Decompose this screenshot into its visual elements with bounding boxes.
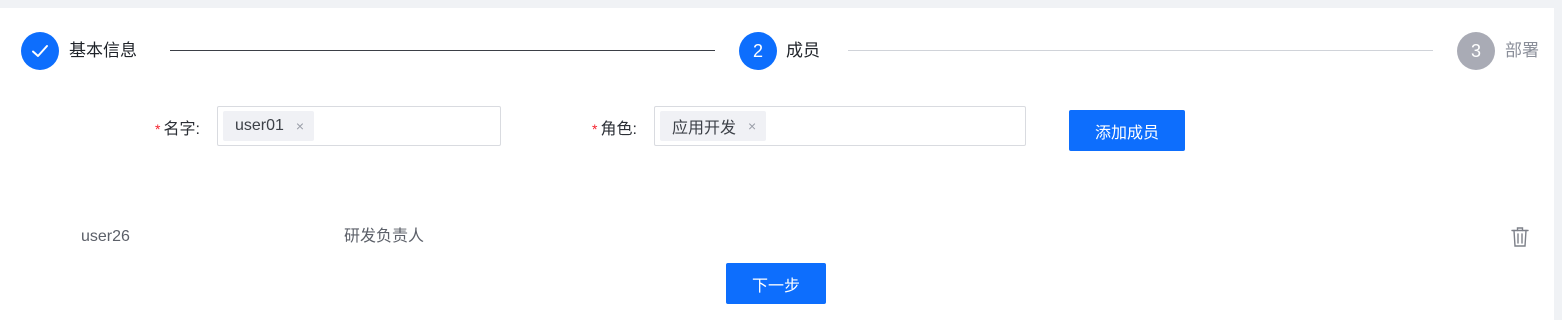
role-tag: 应用开发 × <box>660 111 767 141</box>
member-name: user26 <box>81 228 130 245</box>
step-1-done-indicator <box>21 32 59 70</box>
add-member-button[interactable]: 添加成员 <box>1069 110 1185 151</box>
member-role: 研发负责人 <box>344 228 425 245</box>
role-label-text: 角色: <box>600 121 637 138</box>
name-select[interactable]: user01 × <box>217 106 501 146</box>
next-step-button[interactable]: 下一步 <box>726 263 826 304</box>
step-3-number: 3 <box>1470 40 1481 61</box>
name-field-label: * 名字: <box>155 119 200 140</box>
trash-icon[interactable] <box>1510 226 1530 248</box>
tag-close-icon[interactable]: × <box>296 118 304 134</box>
required-mark: * <box>592 121 598 137</box>
step-3-label: 部署 <box>1505 41 1539 60</box>
check-icon <box>32 45 48 57</box>
name-tag-label: user01 <box>235 117 284 134</box>
role-tag-label: 应用开发 <box>672 120 737 137</box>
required-mark: * <box>155 121 161 137</box>
role-select[interactable]: 应用开发 × <box>654 106 1026 146</box>
name-tag: user01 × <box>223 111 315 141</box>
step-3-indicator: 3 <box>1457 32 1495 70</box>
step-connector-1 <box>170 50 715 51</box>
step-1-label: 基本信息 <box>69 41 137 60</box>
step-2-number: 2 <box>752 40 763 61</box>
name-label-text: 名字: <box>163 121 200 138</box>
step-connector-2 <box>848 50 1433 51</box>
step-2-label: 成员 <box>786 41 820 60</box>
members-step-panel: 基本信息 2 成员 3 部署 * 名字: user01 × * 角色: 应用开发 ×… <box>0 8 1554 320</box>
step-2-indicator: 2 <box>739 32 777 70</box>
tag-close-icon[interactable]: × <box>748 118 756 134</box>
role-field-label: * 角色: <box>592 119 637 140</box>
